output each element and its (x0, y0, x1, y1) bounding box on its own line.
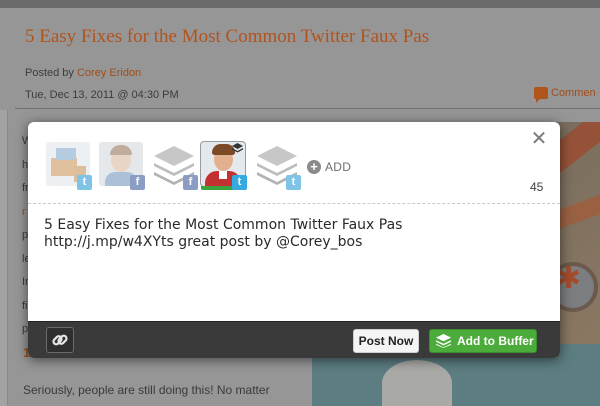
post-title[interactable]: 5 Easy Fixes for the Most Common Twitter… (25, 26, 429, 48)
add-profile-button[interactable]: + ADD (307, 160, 351, 174)
buffer-share-dialog: ✕ t f f t t + ADD 45 5 Easy Fixes for th… (28, 122, 560, 358)
facebook-icon: f (183, 175, 198, 190)
twitter-icon: t (77, 175, 92, 190)
dashed-divider (28, 203, 560, 204)
facebook-icon: f (130, 175, 145, 190)
message-textarea[interactable]: 5 Easy Fixes for the Most Common Twitter… (44, 217, 544, 313)
post-now-button[interactable]: Post Now (353, 329, 419, 353)
twitter-icon: t (232, 175, 247, 190)
close-button[interactable]: ✕ (528, 128, 550, 150)
shorten-link-button[interactable] (46, 327, 74, 353)
profile-default-twitter[interactable]: t (255, 142, 301, 190)
add-profile-label: ADD (325, 160, 352, 174)
dialog-footer: Post Now Add to Buffer (28, 321, 560, 358)
profile-avatar-twitter[interactable]: t (46, 142, 92, 190)
article-body-line: Seriously, people are still doing this! … (23, 383, 270, 397)
add-to-buffer-button[interactable]: Add to Buffer (429, 329, 537, 353)
posted-by-prefix: Posted by (25, 67, 77, 79)
posted-by-line: Posted by Corey Eridon (25, 67, 141, 79)
link-icon (52, 334, 68, 346)
browser-top-bar (0, 0, 600, 8)
layers-icon (232, 143, 243, 153)
page-edge-strip (0, 110, 8, 406)
profile-selected-twitter[interactable]: t (201, 142, 247, 190)
comments-link-label: Commen (551, 87, 596, 99)
profile-avatar-facebook[interactable]: f (99, 142, 145, 190)
add-to-buffer-label: Add to Buffer (457, 334, 534, 348)
profile-default-facebook[interactable]: f (152, 142, 198, 190)
comment-bubble-icon (534, 87, 548, 103)
plus-icon: + (307, 160, 321, 174)
comments-link[interactable]: Commen (534, 87, 596, 103)
title-divider (15, 108, 600, 109)
twitter-icon: t (286, 175, 301, 190)
character-count: 45 (530, 180, 544, 194)
buffer-layers-icon (436, 334, 451, 348)
author-link[interactable]: Corey Eridon (77, 67, 141, 79)
post-date: Tue, Dec 13, 2011 @ 04:30 PM (25, 89, 179, 101)
